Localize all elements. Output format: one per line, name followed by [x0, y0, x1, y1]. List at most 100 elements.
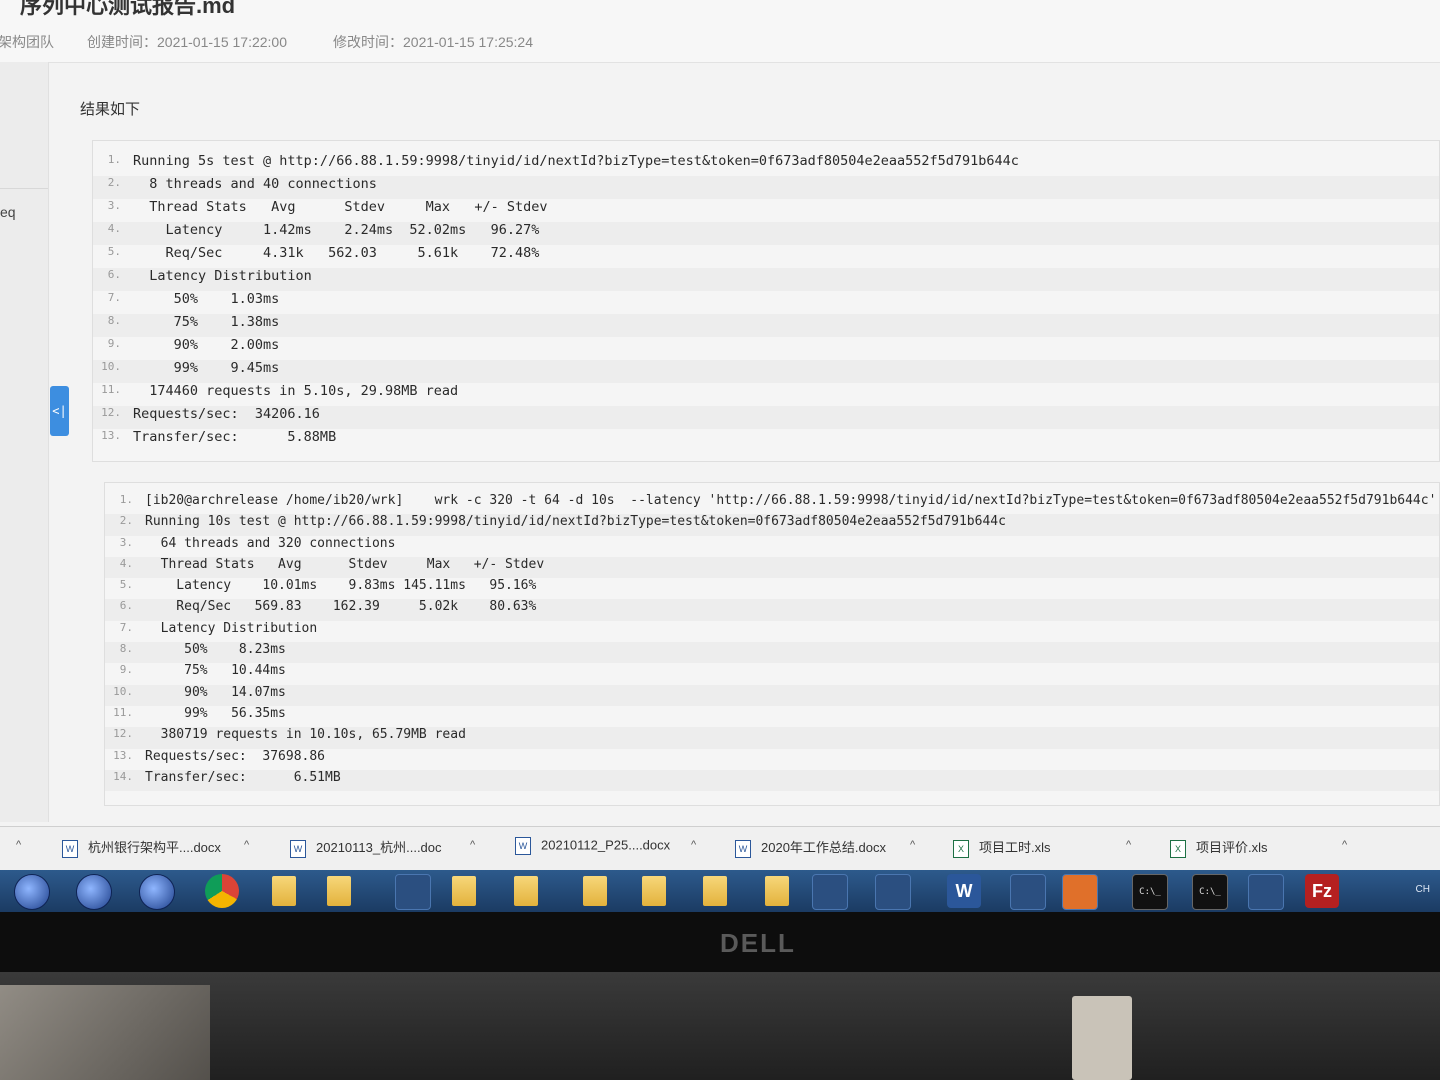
line-number: 6. [119, 599, 133, 613]
folder-icon[interactable] [327, 876, 351, 906]
chevron-up-icon[interactable]: ^ [1342, 839, 1347, 851]
line-number: 5. [119, 578, 133, 592]
word-doc-icon: W [290, 839, 306, 858]
app-globe-icon[interactable] [139, 874, 175, 910]
code-line: 10. 90% 14.07ms [105, 684, 1439, 706]
document-title: 序列中心测试报告.md [20, 0, 236, 18]
code-line: 12. Requests/sec: 34206.16 [93, 406, 1439, 429]
chevron-up-icon[interactable]: ^ [244, 839, 249, 851]
code-line: 5. Latency 10.01ms 9.83ms 145.11ms 95.16… [105, 578, 1439, 599]
line-number: 13. [101, 429, 121, 442]
code-text: Latency 1.42ms 2.24ms 52.02ms 96.27% [133, 222, 540, 238]
code-text: Transfer/sec: 6.51MB [145, 769, 341, 785]
modified-time: 修改时间：2021-01-15 17:25:24 [333, 34, 533, 50]
code-line: 12. 380719 requests in 10.10s, 65.79MB r… [105, 727, 1439, 749]
code-line: 5. Req/Sec 4.31k 562.03 5.61k 72.48% [93, 245, 1439, 268]
filezilla-icon[interactable]: Fz [1305, 874, 1339, 908]
code-line: 4. Latency 1.42ms 2.24ms 52.02ms 96.27% [93, 222, 1439, 245]
code-text: Thread Stats Avg Stdev Max +/- Stdev [145, 556, 545, 572]
code-text: Latency 10.01ms 9.83ms 145.11ms 95.16% [145, 578, 537, 594]
code-lines: 1. [ib20@archrelease /home/ib20/wrk] wrk … [105, 493, 1439, 792]
network-app-icon[interactable] [1010, 874, 1046, 910]
chat-app-icon[interactable] [875, 874, 911, 910]
chevron-up-icon[interactable]: ^ [1126, 839, 1131, 851]
created-time: 创建时间：2021-01-15 17:22:00 [87, 34, 287, 50]
code-line: 11. 99% 56.35ms [105, 706, 1439, 727]
folder-icon[interactable] [583, 876, 607, 906]
code-block-1: 1. Running 5s test @ http://66.88.1.59:99… [92, 140, 1440, 462]
code-line: 7. Latency Distribution [105, 621, 1439, 642]
word-icon[interactable]: W [947, 874, 981, 908]
code-text: [ib20@archrelease /home/ib20/wrk] wrk -c… [145, 493, 1437, 508]
code-line: 4. Thread Stats Avg Stdev Max +/- Stdev [105, 556, 1439, 579]
code-text: Thread Stats Avg Stdev Max +/- Stdev [133, 199, 548, 215]
download-item[interactable]: W 20210112_P25....docx [515, 837, 670, 861]
collapse-sidebar-icon[interactable]: <| [50, 386, 69, 436]
code-line: 11. 174460 requests in 5.10s, 29.98MB re… [93, 383, 1439, 406]
code-text: 8 threads and 40 connections [133, 176, 377, 192]
postman-icon[interactable] [1062, 874, 1098, 910]
word-doc-icon: W [62, 839, 78, 858]
download-filename: 20210112_P25....docx [541, 837, 671, 853]
line-number: 12. [113, 727, 133, 741]
download-item[interactable]: W 2020年工作总结.docx [735, 837, 886, 861]
code-line: 2. Running 10s test @ http://66.88.1.59:9… [105, 514, 1439, 536]
folder-icon[interactable] [452, 876, 476, 906]
folder-icon[interactable] [765, 876, 789, 906]
code-lines: 1. Running 5s test @ http://66.88.1.59:99… [93, 153, 1439, 452]
line-number: 5. [107, 245, 121, 258]
line-number: 4. [119, 556, 133, 570]
taskbar: W C:\_ C:\_ Fz CH [0, 870, 1440, 912]
code-text: Running 10s test @ http://66.88.1.59:999… [145, 514, 1006, 530]
code-text: Latency Distribution [133, 268, 312, 284]
code-line: 8. 50% 8.23ms [105, 642, 1439, 664]
line-number: 12. [101, 406, 121, 419]
desk-object [0, 985, 210, 1080]
code-line: 3. Thread Stats Avg Stdev Max +/- Stdev [93, 199, 1439, 222]
download-filename: 杭州银行架构平....docx [88, 840, 221, 855]
download-filename: 20210113_杭州....doc [316, 840, 442, 855]
team-label[interactable]: 架构团队 [0, 32, 54, 52]
line-number: 7. [119, 620, 133, 634]
code-text: 75% 10.44ms [145, 663, 286, 679]
download-item[interactable]: X 项目工时.xls [953, 837, 1051, 861]
line-number: 11. [113, 705, 133, 719]
line-number: 8. [119, 642, 133, 656]
download-item[interactable]: W 20210113_杭州....doc [290, 837, 442, 861]
desk-object [1072, 996, 1132, 1080]
folder-icon[interactable] [642, 876, 666, 906]
download-filename: 2020年工作总结.docx [761, 840, 886, 855]
chevron-up-icon[interactable]: ^ [691, 839, 696, 851]
app-globe-icon[interactable] [76, 874, 112, 910]
line-number: 9. [119, 663, 133, 677]
chevron-up-icon[interactable]: ^ [470, 839, 475, 851]
code-text: 90% 14.07ms [145, 684, 286, 700]
folder-icon[interactable] [272, 876, 296, 906]
sidebar-item[interactable]: eq [0, 204, 16, 220]
download-item[interactable]: W 杭州银行架构平....docx [62, 837, 221, 861]
app-globe-icon[interactable] [14, 874, 50, 910]
code-text: 75% 1.38ms [133, 314, 280, 330]
code-line: 1. [ib20@archrelease /home/ib20/wrk] wrk … [105, 493, 1439, 514]
chevron-up-icon[interactable]: ^ [910, 839, 915, 851]
chrome-icon[interactable] [205, 874, 239, 908]
pen-app-icon[interactable] [1248, 874, 1284, 910]
folder-icon[interactable] [514, 876, 538, 906]
code-line: 7. 50% 1.03ms [93, 291, 1439, 314]
terminal-icon[interactable]: C:\_ [1132, 874, 1168, 910]
chevron-up-icon[interactable]: ^ [16, 839, 21, 851]
code-text: 90% 2.00ms [133, 337, 280, 353]
chart-app-icon[interactable] [812, 874, 848, 910]
drive-icon[interactable] [395, 874, 431, 910]
code-text: 50% 8.23ms [145, 642, 286, 658]
code-text: Latency Distribution [145, 620, 318, 636]
code-text: 64 threads and 320 connections [145, 535, 396, 551]
folder-icon[interactable] [703, 876, 727, 906]
sidebar-divider [0, 188, 48, 189]
excel-file-icon: X [1170, 839, 1186, 858]
terminal-icon[interactable]: C:\_ [1192, 874, 1228, 910]
excel-file-icon: X [953, 839, 969, 858]
system-tray[interactable]: CH [1416, 884, 1430, 895]
code-line: 6. Req/Sec 569.83 162.39 5.02k 80.63% [105, 599, 1439, 621]
download-item[interactable]: X 项目评价.xls [1170, 837, 1268, 861]
